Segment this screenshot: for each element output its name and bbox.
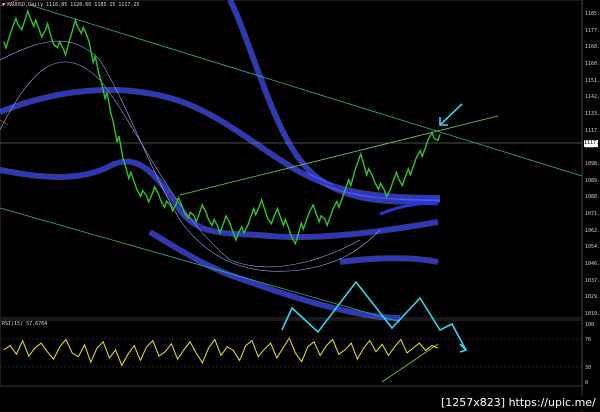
rsi-axis-label: 0: [585, 380, 589, 386]
price-axis-label: 1133.90: [585, 111, 600, 117]
watermark: [1257x823] https://upic.me/: [438, 396, 599, 410]
price-axis-label: 1185.00: [585, 11, 600, 17]
ohlc-values: 1116.85 1120.60 1105.15 1117.25: [46, 2, 140, 8]
main-pane[interactable]: [0, 0, 583, 319]
price-axis-label: 1177.15: [585, 27, 600, 34]
price-axis-label: 1062.80: [585, 227, 600, 234]
price-axis-label: 1151.80: [585, 77, 600, 84]
price-axis-label: 1080.70: [585, 194, 600, 201]
rsi-axis-label: 30: [585, 365, 592, 371]
price-axis-label: 1098.60: [585, 161, 600, 167]
price-axis-label: 1037.45: [585, 277, 600, 284]
price-axis-label: 1046.90: [585, 261, 600, 267]
rsi-axis-label: 70: [585, 337, 592, 343]
dropdown-triangle-icon[interactable]: ▼: [2, 2, 5, 8]
price-axis-label: 1054.35: [585, 244, 600, 251]
symbol-label: XAUUSD,Daily: [7, 2, 44, 8]
price-axis-label: 1168.70: [585, 44, 600, 51]
chart-header: ▼ XAUUSD,Daily 1116.85 1120.60 1105.15 11…: [2, 2, 139, 8]
price-axis-label: 1071.25: [585, 211, 600, 217]
price-axis-label: 1142.35: [585, 94, 600, 101]
price-axis-label: 1089.15: [585, 177, 600, 184]
price-axis-label: 1019.55: [585, 311, 600, 317]
rsi-axis-label: 100: [585, 322, 595, 328]
rsi-label: RSI(15) 57.6764: [2, 321, 48, 327]
price-axis-label: 1160.25: [585, 61, 600, 67]
price-axis-label: 1029.00: [585, 294, 600, 301]
current-price-tag: 1117.25: [584, 140, 600, 147]
price-axis-label: 1117.25: [585, 127, 600, 134]
price-chart[interactable]: [0, 0, 600, 412]
